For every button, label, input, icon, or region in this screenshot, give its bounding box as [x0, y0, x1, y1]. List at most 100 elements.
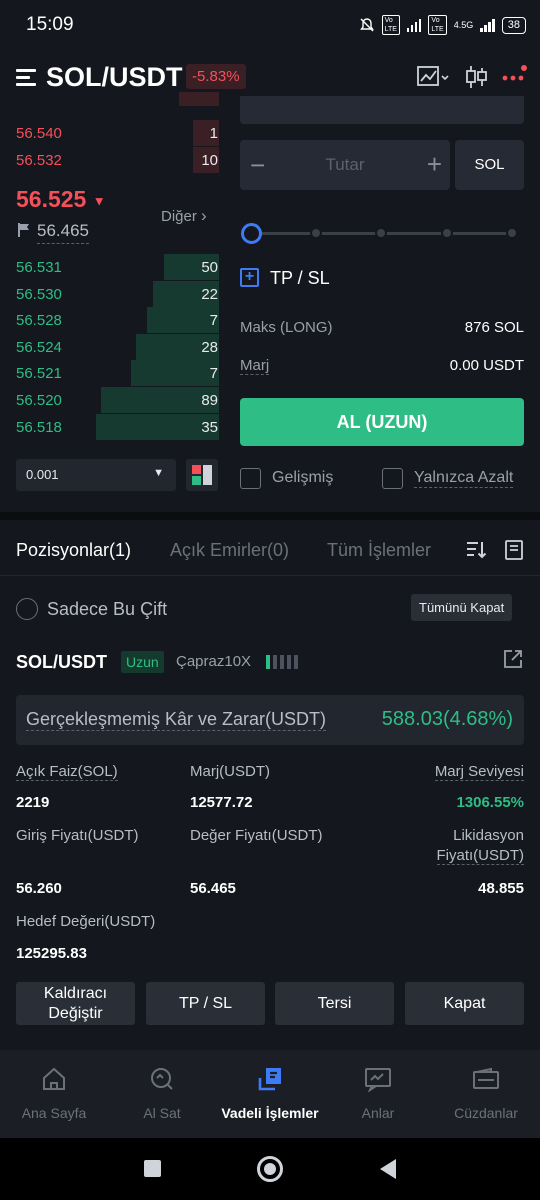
bid-price: 56.520: [16, 392, 62, 409]
slider-step-100[interactable]: [506, 227, 518, 239]
bid-qty: 7: [209, 365, 218, 383]
max-long-label: Maks (LONG): [240, 319, 333, 336]
only-this-pair-label[interactable]: Sadece Bu Çift: [47, 599, 167, 620]
flag-icon: [18, 223, 29, 237]
slider-step-25[interactable]: [310, 227, 322, 239]
entry-price-value: 56.260: [16, 880, 62, 897]
candlestick-icon[interactable]: [464, 64, 488, 90]
position-margin-value: 12577.72: [190, 794, 253, 811]
open-interest-label: Açık Faiz(SOL): [16, 763, 118, 781]
volte-icon: Vo LTE: [381, 15, 400, 35]
advanced-label[interactable]: Gelişmiş: [272, 469, 333, 487]
advanced-checkbox[interactable]: [240, 468, 261, 489]
tpsl-label[interactable]: TP / SL: [270, 268, 330, 289]
last-price-value: 56.525: [16, 186, 87, 212]
slider-knob[interactable]: [241, 223, 262, 244]
bid-row[interactable]: 56.520 89: [0, 387, 222, 413]
bid-qty: 35: [201, 418, 218, 436]
sort-icon[interactable]: [465, 540, 487, 560]
nav-wallet[interactable]: Cüzdanlar: [432, 1066, 540, 1121]
tab-all-trades[interactable]: Tüm İşlemler: [327, 540, 431, 561]
mark-price-value: 56.465: [190, 880, 236, 897]
book-mode-icon: [192, 465, 212, 485]
caret-down-icon: ▼: [153, 467, 164, 479]
back-icon[interactable]: [377, 1157, 399, 1181]
nav-futures[interactable]: Vadeli İşlemler: [216, 1066, 324, 1121]
bid-row[interactable]: 56.528 7: [0, 307, 222, 334]
margin-level-value: 1306.55%: [456, 794, 524, 811]
nav-moments[interactable]: Anlar: [324, 1066, 432, 1121]
section-divider: [0, 512, 540, 520]
bid-row[interactable]: 56.530 22: [0, 280, 222, 307]
target-value-label: Hedef Değeri(USDT): [16, 913, 156, 930]
ask-row-partial[interactable]: [0, 92, 222, 106]
close-all-button[interactable]: Tümünü Kapat: [411, 594, 513, 621]
leverage-label[interactable]: Çapraz10X: [176, 653, 251, 670]
menu-icon[interactable]: [16, 67, 38, 89]
buy-long-button[interactable]: AL (UZUN): [240, 398, 524, 446]
unrealized-pnl-box: Gerçekleşmemiş Kâr ve Zarar(USDT) 588.03…: [16, 695, 524, 745]
max-long-value: 876 SOL: [464, 319, 524, 336]
slider-step-50[interactable]: [375, 227, 387, 239]
nav-trade-label: Al Sat: [143, 1105, 181, 1121]
tpsl-expand-icon[interactable]: +: [240, 268, 259, 287]
home-button-icon[interactable]: [257, 1156, 283, 1182]
position-symbol[interactable]: SOL/USDT: [16, 652, 107, 673]
bid-price: 56.528: [16, 312, 62, 330]
ask-price: 56.532: [16, 152, 62, 169]
bid-row[interactable]: 56.518 35: [0, 413, 222, 440]
liq-price-value: 48.855: [478, 880, 524, 897]
reduce-only-checkbox[interactable]: [382, 468, 403, 489]
futures-icon: [258, 1068, 281, 1091]
bid-row[interactable]: 56.521 7: [0, 360, 222, 387]
close-position-button[interactable]: Kapat: [405, 982, 524, 1025]
amount-placeholder: Tutar: [325, 155, 365, 174]
volte-icon-2: Vo LTE: [428, 15, 447, 35]
status-time: 15:09: [26, 14, 74, 35]
price-step-select[interactable]: 0.001 ▼: [16, 459, 176, 491]
chevron-right-icon: ›: [201, 206, 207, 225]
pair-title[interactable]: SOL/USDT: [46, 62, 183, 93]
tab-open-orders[interactable]: Açık Emirler(0): [170, 540, 289, 561]
chart-icon[interactable]: [416, 64, 450, 90]
pnl-value: 588.03(4.68%): [381, 708, 513, 730]
bid-qty: 28: [201, 338, 218, 356]
position-margin-label: Marj(USDT): [190, 763, 270, 780]
amount-input[interactable]: − Tutar +: [240, 140, 450, 190]
ask-row[interactable]: 56.532 10: [0, 147, 222, 173]
bid-qty: 50: [201, 259, 218, 276]
share-icon[interactable]: [502, 648, 524, 670]
more-icon[interactable]: [500, 64, 528, 90]
down-arrow-icon: ▼: [92, 193, 106, 209]
bid-row[interactable]: 56.524 28: [0, 333, 222, 360]
bid-price: 56.530: [16, 285, 62, 303]
recents-icon[interactable]: [144, 1160, 161, 1177]
reverse-button[interactable]: Tersi: [275, 982, 394, 1025]
more-depth-link[interactable]: Diğer ›: [161, 206, 207, 226]
nav-trade[interactable]: Al Sat: [108, 1066, 216, 1121]
pnl-label: Gerçekleşmemiş Kâr ve Zarar(USDT): [26, 709, 327, 731]
reduce-only-label[interactable]: Yalnızca Azalt: [414, 469, 514, 488]
change-leverage-button[interactable]: Kaldıracı Değiştir: [16, 982, 135, 1025]
plus-icon[interactable]: +: [427, 149, 442, 180]
nav-home[interactable]: Ana Sayfa: [0, 1066, 108, 1121]
price-input[interactable]: [240, 96, 524, 124]
bid-row[interactable]: 56.531 50: [0, 254, 222, 280]
liq-price-label-2: Fiyatı(USDT): [436, 847, 524, 865]
margin-level-label: Marj Seviyesi: [434, 763, 524, 781]
bid-price: 56.524: [16, 338, 62, 356]
wallet-icon: [473, 1067, 499, 1089]
tab-positions[interactable]: Pozisyonlar(1): [16, 540, 131, 561]
last-price[interactable]: 56.525 ▼: [16, 186, 106, 213]
slider-step-75[interactable]: [441, 227, 453, 239]
book-mode-button[interactable]: [186, 459, 218, 491]
network-label: 4.5G: [453, 20, 474, 30]
ask-row[interactable]: 56.540 1: [0, 120, 222, 146]
unit-select-button[interactable]: SOL: [455, 140, 524, 190]
order-history-icon[interactable]: [504, 539, 524, 561]
margin-label: Marj: [240, 357, 270, 375]
open-interest-value: 2219: [16, 794, 50, 811]
tpsl-button[interactable]: TP / SL: [146, 982, 265, 1025]
ask-qty: 10: [201, 152, 218, 169]
only-this-pair-radio[interactable]: [16, 598, 38, 620]
